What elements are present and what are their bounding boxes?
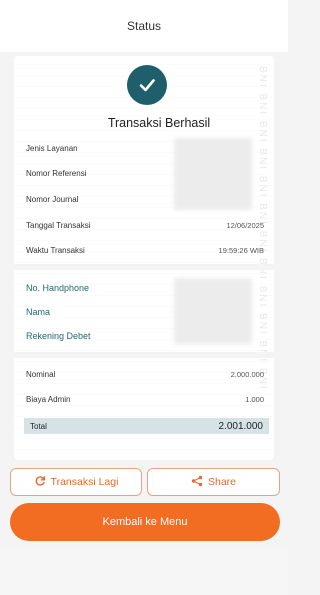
amount-row-admin-fee: Biaya Admin 1.000 — [26, 392, 264, 406]
amount-label: Nominal — [26, 369, 56, 379]
redacted-account-values — [174, 278, 252, 344]
amount-row-nominal: Nominal 2.000.000 — [26, 367, 264, 381]
detail-row-transaction-time: Waktu Transaksi 19:59:26 WIB — [26, 243, 264, 257]
amount-value: 1.000 — [245, 394, 264, 404]
detail-row-transaction-date: Tanggal Transaksi 12/06/2025 — [26, 218, 264, 232]
repeat-transaction-button[interactable]: Transaksi Lagi — [10, 468, 142, 496]
detail-label: Nomor Journal — [26, 194, 79, 204]
transaction-status-title: Transaksi Berhasil — [107, 116, 211, 130]
bottom-safe-area — [0, 548, 288, 595]
transaction-receipt: BNI BNI BNI BNI BNI BNI BNI BNI BNI BNI … — [14, 56, 274, 460]
page-title: Status — [126, 19, 162, 33]
account-label: Rekening Debet — [26, 331, 91, 341]
refresh-icon — [34, 475, 46, 490]
share-icon — [191, 475, 203, 490]
amount-label: Biaya Admin — [26, 394, 71, 404]
account-label: No. Handphone — [26, 283, 90, 293]
total-row: Total 2.001.000 — [24, 418, 269, 434]
share-label: Share — [207, 476, 237, 488]
detail-label: Tanggal Transaksi — [26, 220, 91, 230]
detail-value: 12/06/2025 — [226, 220, 264, 230]
detail-label: Nomor Referensi — [26, 168, 87, 178]
share-button[interactable]: Share — [147, 468, 280, 496]
section-divider — [14, 264, 274, 270]
redacted-values — [174, 138, 252, 210]
detail-label: Waktu Transaksi — [26, 245, 85, 255]
success-check-icon — [127, 65, 167, 105]
header-bar: Status — [0, 0, 288, 52]
detail-label: Jenis Layanan — [26, 143, 78, 153]
account-label: Nama — [26, 307, 51, 317]
amount-value: 2.000.000 — [230, 369, 264, 379]
total-label: Total — [30, 421, 47, 431]
back-to-menu-button[interactable]: Kembali ke Menu — [10, 503, 280, 541]
section-divider — [14, 352, 274, 358]
repeat-transaction-label: Transaksi Lagi — [50, 476, 119, 488]
detail-value: 19:59:26 WIB — [218, 245, 264, 255]
total-value: 2.001.000 — [218, 420, 264, 432]
back-to-menu-label: Kembali ke Menu — [102, 516, 188, 528]
